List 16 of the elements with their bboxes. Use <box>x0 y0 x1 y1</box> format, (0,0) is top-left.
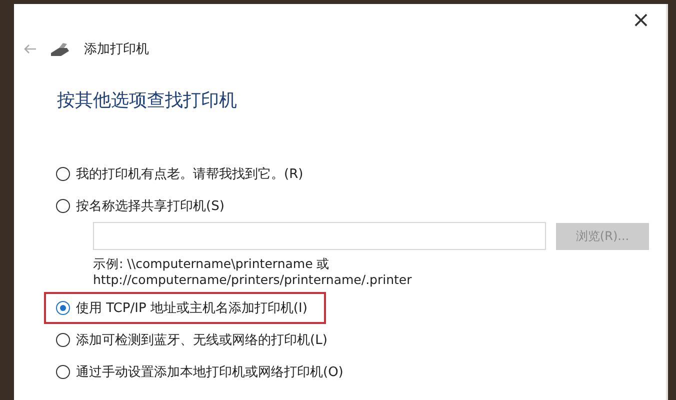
printer-name-field[interactable] <box>93 222 546 250</box>
radio-button[interactable] <box>56 333 70 347</box>
radio-button[interactable] <box>56 365 70 379</box>
option-label[interactable]: 添加可检测到蓝牙、无线或网络的打印机(L) <box>76 331 328 349</box>
option-label[interactable]: 我的打印机有点老。请帮我找到它。(R) <box>76 165 304 183</box>
example-hint: 示例: \\computername\printername 或 http://computername/printers/printername/.printer <box>93 256 413 288</box>
radio-button[interactable] <box>56 199 70 213</box>
radio-button[interactable] <box>56 301 70 315</box>
printer-icon <box>50 42 70 56</box>
close-button[interactable]: × <box>626 6 656 34</box>
option-label[interactable]: 使用 TCP/IP 地址或主机名添加打印机(I) <box>76 299 308 317</box>
option-label[interactable]: 通过手动设置添加本地打印机或网络打印机(O) <box>76 363 344 381</box>
window-title: 添加打印机 <box>84 41 149 58</box>
page-heading: 按其他选项查找打印机 <box>57 89 238 112</box>
option-label[interactable]: 按名称选择共享打印机(S) <box>76 197 224 215</box>
radio-button[interactable] <box>56 167 70 181</box>
